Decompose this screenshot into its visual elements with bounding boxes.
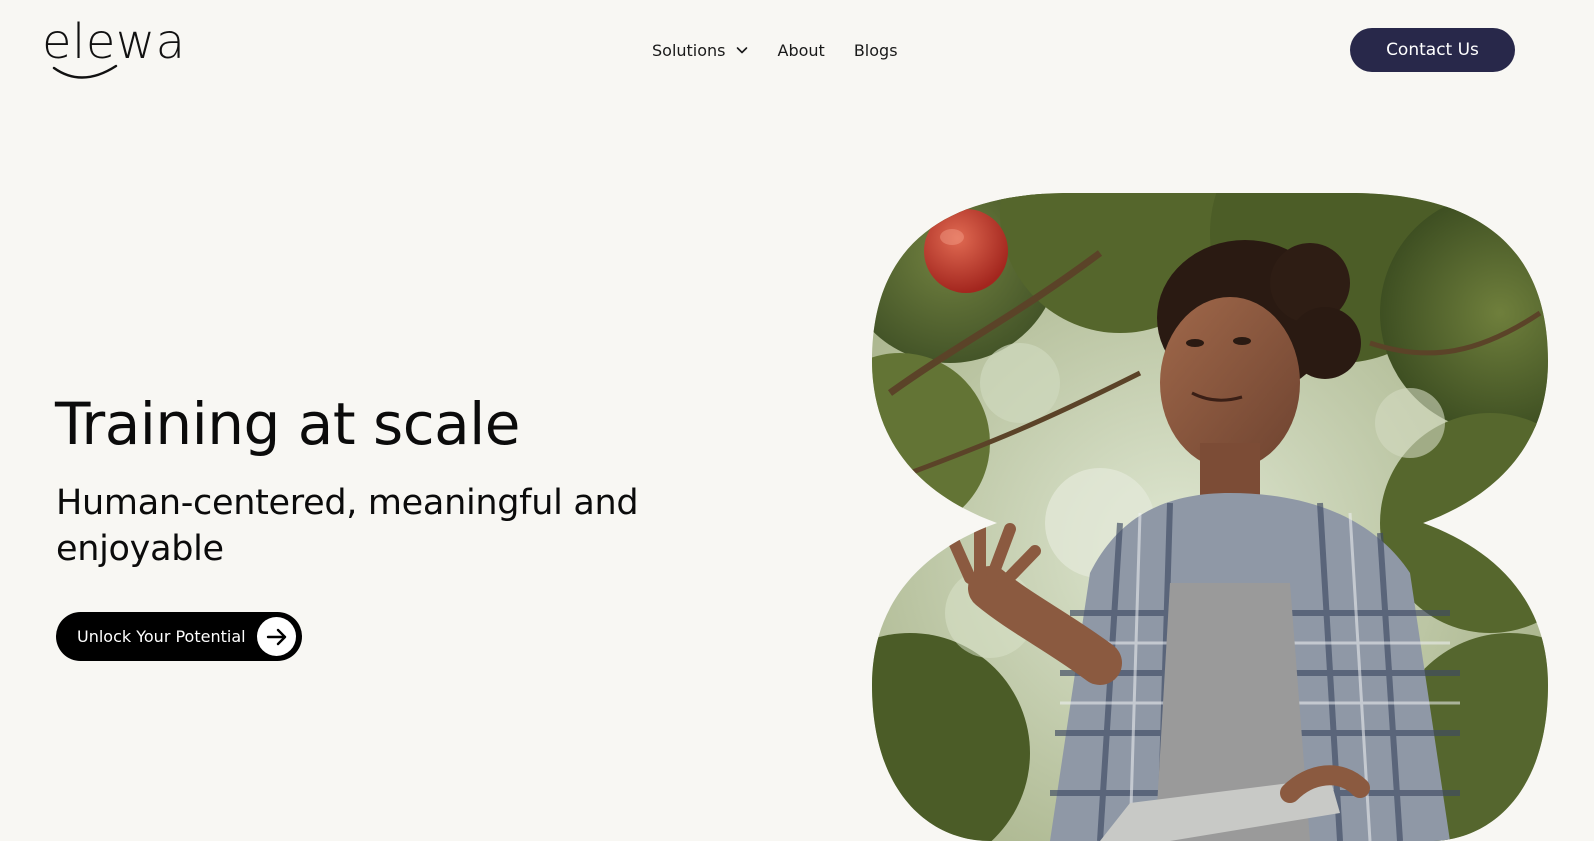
chevron-down-icon	[736, 47, 747, 54]
unlock-potential-button[interactable]: Unlock Your Potential	[56, 612, 302, 661]
nav-item-label: Solutions	[652, 40, 726, 60]
nav-item-about[interactable]: About	[778, 41, 825, 60]
cta-label: Unlock Your Potential	[77, 627, 246, 646]
nav-item-label: About	[777, 40, 825, 60]
contact-us-button[interactable]: Contact Us	[1350, 28, 1515, 72]
hero-title: Training at scale	[55, 390, 520, 458]
logo-smile-icon	[52, 64, 118, 79]
main-nav: Solutions About Blogs	[652, 38, 927, 62]
nav-item-solutions[interactable]: Solutions	[652, 41, 749, 60]
arrow-right-icon	[257, 617, 296, 656]
nav-item-blogs[interactable]: Blogs	[854, 41, 898, 60]
contact-us-label: Contact Us	[1386, 40, 1479, 60]
logo-wordmark: elewa	[42, 14, 186, 70]
hero-subtitle: Human-centered, meaningful and enjoyable	[56, 483, 639, 569]
nav-item-label: Blogs	[853, 40, 898, 60]
logo[interactable]: elewa	[42, 14, 192, 84]
hero-photo	[872, 193, 1548, 841]
